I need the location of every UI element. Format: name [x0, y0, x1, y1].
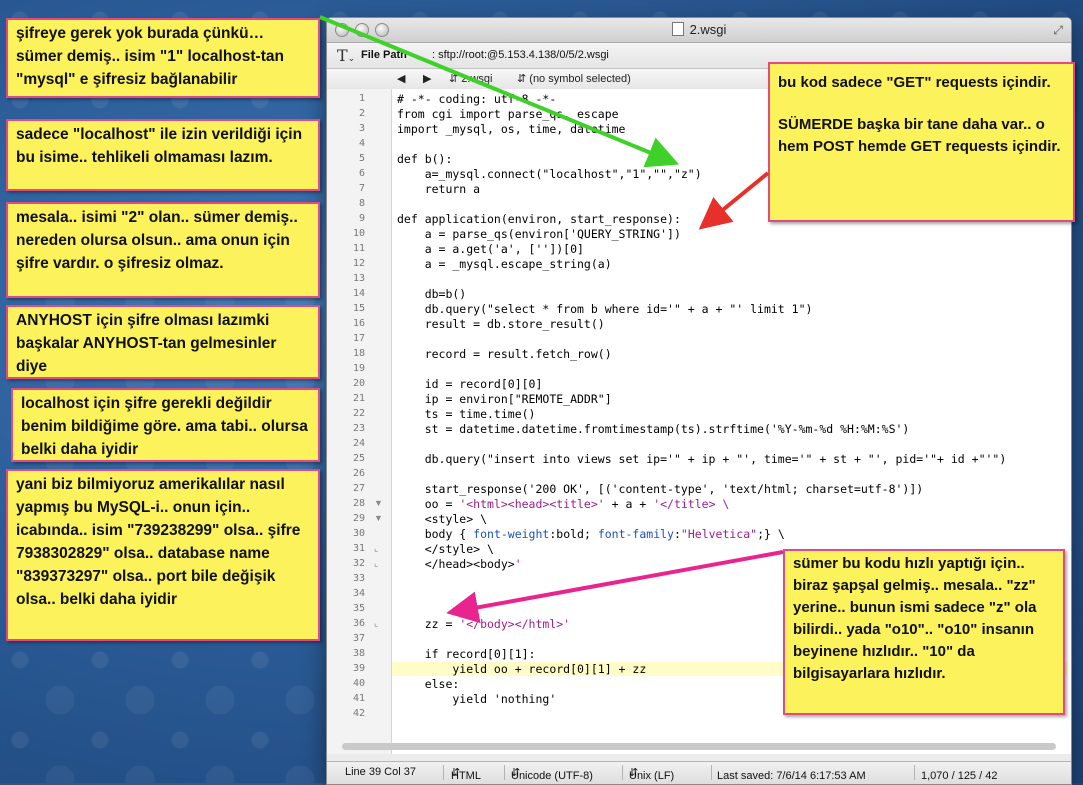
green-arrow [319, 15, 680, 168]
red-arrow [698, 171, 770, 230]
magenta-arrow [446, 550, 784, 624]
annotation-arrows [319, 15, 784, 624]
